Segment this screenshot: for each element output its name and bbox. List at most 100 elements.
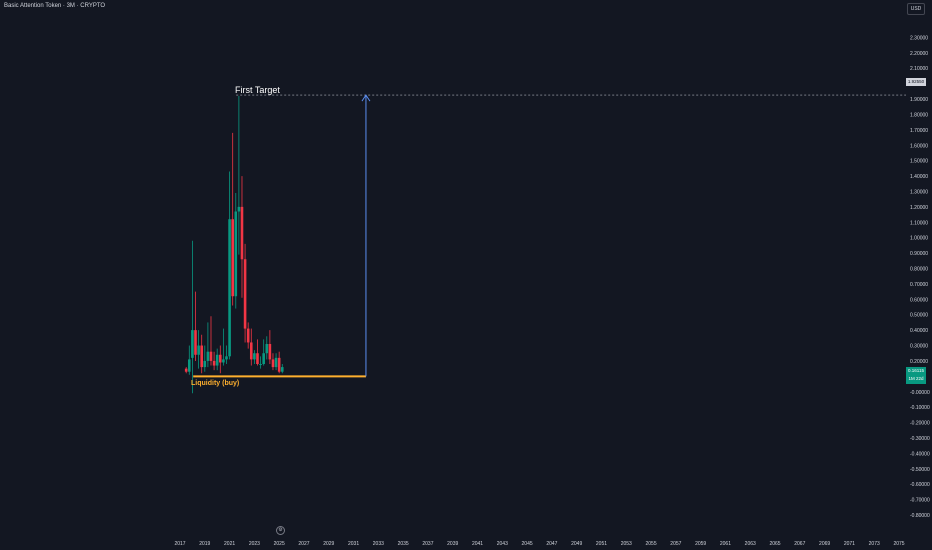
- candle-body: [191, 330, 194, 358]
- candle: [237, 95, 241, 255]
- x-tick-label: 2041: [472, 541, 483, 547]
- candle-body: [259, 364, 262, 366]
- candle: [271, 353, 275, 371]
- candle-body: [271, 359, 275, 368]
- x-tick-label: 2031: [348, 541, 359, 547]
- x-tick-label: 2027: [298, 541, 309, 547]
- y-tick-label: 1.50000: [910, 159, 928, 165]
- y-tick-label: 1.30000: [910, 189, 928, 195]
- x-tick-label: 2051: [596, 541, 607, 547]
- y-tick-label: 1.00000: [910, 236, 928, 242]
- y-tick-label: 0.60000: [910, 297, 928, 303]
- x-tick-label: 2047: [546, 541, 557, 547]
- candle-body: [243, 259, 247, 329]
- candle: [240, 176, 244, 298]
- x-tick-label: 2055: [646, 541, 657, 547]
- candle-body: [194, 330, 197, 355]
- candle-body: [225, 356, 228, 360]
- candle-body: [256, 353, 259, 365]
- x-tick-label: 2029: [323, 541, 334, 547]
- time-axis[interactable]: 2017 2019 2021 2023 2025 2027 2029 2031 2033 2035…: [174, 541, 904, 547]
- x-tick-label: 2059: [695, 541, 706, 547]
- candle: [187, 345, 191, 375]
- bar-countdown: 1M 22d: [908, 376, 924, 381]
- x-tick-label: 2069: [819, 541, 830, 547]
- candle-body: [249, 342, 253, 360]
- candle-body: [203, 360, 207, 368]
- candles-layer: [184, 95, 284, 394]
- x-tick-label: 2037: [422, 541, 433, 547]
- x-tick-label: 2023: [249, 541, 260, 547]
- candle: [274, 353, 278, 371]
- candle-body: [277, 357, 281, 372]
- candle: [262, 339, 265, 366]
- candle: [259, 356, 262, 369]
- candle-body: [218, 354, 222, 363]
- liquidity-label: Liquidity (buy): [191, 380, 240, 387]
- candle: [234, 193, 238, 309]
- y-tick-label: 1.60000: [910, 143, 928, 149]
- gear-icon[interactable]: ⚙: [276, 526, 285, 535]
- x-tick-label: 2075: [893, 541, 904, 547]
- candle: [218, 345, 222, 374]
- x-tick-label: 2049: [571, 541, 582, 547]
- candle-body: [206, 351, 210, 361]
- x-tick-label: 2033: [373, 541, 384, 547]
- candle: [265, 336, 269, 360]
- candle-body: [231, 219, 234, 297]
- symbol-title[interactable]: Basic Attention Token · 3M · CRYPTO: [4, 3, 105, 9]
- candle-body: [246, 328, 250, 343]
- candle: [280, 364, 284, 374]
- x-tick-label: 2017: [174, 541, 185, 547]
- candle-body: [240, 206, 244, 260]
- x-tick-label: 2043: [497, 541, 508, 547]
- x-tick-label: 2025: [274, 541, 285, 547]
- x-tick-label: 2053: [621, 541, 632, 547]
- target-price-label: 1.92550: [906, 78, 926, 86]
- candle: [184, 367, 188, 374]
- candle: [222, 328, 225, 366]
- y-tick-label: 0.20000: [910, 359, 928, 365]
- y-tick-label: -0.20000: [910, 421, 930, 427]
- y-tick-label: 2.30000: [910, 35, 928, 41]
- price-axis[interactable]: 2.30000 2.20000 2.10000 1.90000 1.80000 1.700…: [910, 35, 930, 519]
- x-tick-label: 2065: [769, 541, 780, 547]
- y-tick-label: 1.70000: [910, 128, 928, 134]
- candle-body: [184, 368, 188, 372]
- y-tick-label: 0.70000: [910, 282, 928, 288]
- candle: [246, 322, 250, 349]
- candle: [206, 322, 210, 368]
- candle: [197, 330, 200, 369]
- candle: [249, 328, 253, 366]
- candle-body: [200, 345, 203, 368]
- y-tick-label: -0.50000: [910, 467, 930, 473]
- overlay-layer: [193, 94, 906, 378]
- y-tick-label: -0.00000: [910, 390, 930, 396]
- candle-body: [212, 360, 216, 366]
- candle-body: [234, 211, 238, 297]
- candle: [194, 291, 197, 361]
- candle-body: [215, 354, 219, 366]
- candle-body: [262, 353, 265, 365]
- candle: [277, 351, 281, 374]
- candle: [253, 350, 256, 365]
- candle-body: [280, 367, 284, 372]
- candle-body: [274, 357, 278, 368]
- candle: [203, 345, 207, 372]
- y-tick-label: 1.10000: [910, 220, 928, 226]
- candle: [228, 171, 231, 360]
- y-tick-label: 1.90000: [910, 97, 928, 103]
- x-tick-label: 2071: [844, 541, 855, 547]
- y-tick-label: 0.50000: [910, 313, 928, 319]
- y-tick-label: -0.10000: [910, 405, 930, 411]
- x-tick-label: 2073: [869, 541, 880, 547]
- currency-badge[interactable]: USD: [907, 3, 925, 15]
- current-price-label: 0.16115 1M 22d: [906, 367, 926, 384]
- first-target-label: First Target: [235, 85, 280, 95]
- candle: [231, 132, 234, 306]
- y-tick-label: 0.30000: [910, 344, 928, 350]
- candle: [215, 348, 219, 371]
- candle: [256, 339, 259, 366]
- price-chart[interactable]: 2.30000 2.20000 2.10000 1.90000 1.80000 1.700…: [0, 0, 932, 550]
- y-tick-label: 0.40000: [910, 328, 928, 334]
